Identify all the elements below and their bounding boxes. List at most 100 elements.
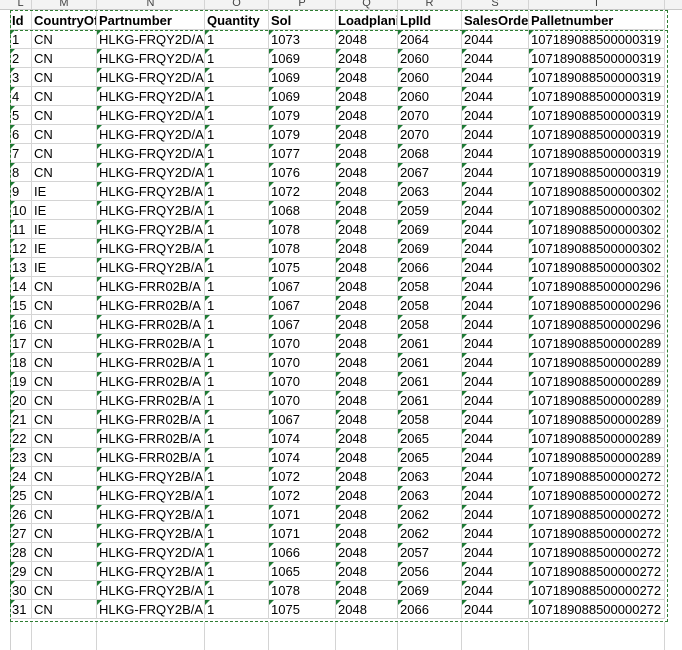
table-cell[interactable]: 107189088500000272 <box>529 543 665 562</box>
column-header-q[interactable]: Q <box>336 0 398 9</box>
table-cell[interactable]: HLKG-FRQY2D/A <box>97 87 205 106</box>
table-cell[interactable]: 2044 <box>462 334 529 353</box>
table-cell[interactable]: 4 <box>10 87 32 106</box>
table-cell[interactable]: 13 <box>10 258 32 277</box>
table-cell[interactable]: 2069 <box>398 581 462 600</box>
table-cell[interactable]: CN <box>32 391 97 410</box>
table-cell[interactable]: 2048 <box>336 581 398 600</box>
column-title[interactable]: Loadplani <box>336 11 398 30</box>
table-cell[interactable]: HLKG-FRR02B/A <box>97 296 205 315</box>
table-cell[interactable]: 2048 <box>336 220 398 239</box>
table-cell[interactable]: 1067 <box>269 315 336 334</box>
table-cell[interactable]: CN <box>32 296 97 315</box>
table-cell[interactable]: HLKG-FRQY2B/A <box>97 600 205 619</box>
table-cell[interactable]: 2044 <box>462 600 529 619</box>
table-cell[interactable]: HLKG-FRQY2D/A <box>97 106 205 125</box>
table-cell[interactable]: 107189088500000272 <box>529 486 665 505</box>
table-cell[interactable]: 107189088500000289 <box>529 391 665 410</box>
table-cell[interactable]: 2060 <box>398 49 462 68</box>
table-cell[interactable]: 1071 <box>269 505 336 524</box>
table-cell[interactable]: HLKG-FRQY2D/A <box>97 49 205 68</box>
table-cell[interactable]: HLKG-FRQY2B/A <box>97 258 205 277</box>
table-cell[interactable]: 107189088500000302 <box>529 220 665 239</box>
table-cell[interactable]: 2062 <box>398 524 462 543</box>
table-cell[interactable]: 1074 <box>269 448 336 467</box>
table-cell[interactable]: 2066 <box>398 600 462 619</box>
table-cell[interactable]: HLKG-FRQY2B/A <box>97 220 205 239</box>
table-cell[interactable]: 1 <box>205 353 269 372</box>
table-cell[interactable]: 1 <box>205 87 269 106</box>
table-cell[interactable]: 107189088500000296 <box>529 277 665 296</box>
table-cell[interactable]: CN <box>32 144 97 163</box>
table-cell[interactable]: CN <box>32 334 97 353</box>
column-header-s[interactable]: S <box>462 0 529 9</box>
table-cell[interactable]: IE <box>32 201 97 220</box>
table-cell[interactable]: 2048 <box>336 30 398 49</box>
table-cell[interactable]: 2061 <box>398 391 462 410</box>
table-cell[interactable]: 2048 <box>336 486 398 505</box>
table-cell[interactable]: 2048 <box>336 600 398 619</box>
table-cell[interactable]: 2044 <box>462 258 529 277</box>
table-cell[interactable]: CN <box>32 315 97 334</box>
table-cell[interactable]: 2044 <box>462 505 529 524</box>
table-cell[interactable]: 2058 <box>398 410 462 429</box>
table-cell[interactable]: HLKG-FRR02B/A <box>97 372 205 391</box>
table-cell[interactable]: 1067 <box>269 296 336 315</box>
table-cell[interactable]: 2048 <box>336 505 398 524</box>
table-cell[interactable]: 1 <box>205 372 269 391</box>
table-cell[interactable]: HLKG-FRR02B/A <box>97 410 205 429</box>
table-cell[interactable]: 1 <box>205 562 269 581</box>
table-cell[interactable]: 2063 <box>398 182 462 201</box>
table-cell[interactable]: 1078 <box>269 581 336 600</box>
table-cell[interactable]: 1070 <box>269 334 336 353</box>
table-cell[interactable]: 1074 <box>269 429 336 448</box>
table-cell[interactable]: 1075 <box>269 258 336 277</box>
table-cell[interactable]: 2044 <box>462 125 529 144</box>
table-cell[interactable]: 2048 <box>336 562 398 581</box>
table-cell[interactable]: 107189088500000319 <box>529 87 665 106</box>
table-cell[interactable]: 2060 <box>398 68 462 87</box>
column-title[interactable]: LpIId <box>398 11 462 30</box>
table-cell[interactable]: HLKG-FRQY2D/A <box>97 68 205 87</box>
table-cell[interactable]: CN <box>32 353 97 372</box>
table-cell[interactable]: HLKG-FRQY2B/A <box>97 505 205 524</box>
table-cell[interactable]: HLKG-FRR02B/A <box>97 448 205 467</box>
table-cell[interactable]: 7 <box>10 144 32 163</box>
table-cell[interactable]: HLKG-FRQY2B/A <box>97 524 205 543</box>
table-cell[interactable]: 2048 <box>336 315 398 334</box>
table-cell[interactable]: 2044 <box>462 68 529 87</box>
table-cell[interactable]: HLKG-FRR02B/A <box>97 353 205 372</box>
table-cell[interactable]: 2048 <box>336 49 398 68</box>
table-cell[interactable]: 22 <box>10 429 32 448</box>
table-cell[interactable]: HLKG-FRQY2D/A <box>97 125 205 144</box>
table-cell[interactable]: 12 <box>10 239 32 258</box>
table-cell[interactable]: HLKG-FRQY2B/A <box>97 182 205 201</box>
table-cell[interactable]: 1078 <box>269 239 336 258</box>
table-cell[interactable]: 107189088500000272 <box>529 562 665 581</box>
table-cell[interactable]: 2048 <box>336 258 398 277</box>
table-cell[interactable]: 1075 <box>269 600 336 619</box>
column-title[interactable]: Quantity <box>205 11 269 30</box>
table-cell[interactable]: CN <box>32 106 97 125</box>
table-cell[interactable]: 2044 <box>462 467 529 486</box>
table-cell[interactable]: 1068 <box>269 201 336 220</box>
table-cell[interactable]: 1079 <box>269 125 336 144</box>
table-cell[interactable]: HLKG-FRR02B/A <box>97 334 205 353</box>
table-cell[interactable]: HLKG-FRR02B/A <box>97 391 205 410</box>
table-cell[interactable]: 107189088500000319 <box>529 144 665 163</box>
table-cell[interactable]: 2057 <box>398 543 462 562</box>
table-cell[interactable]: CN <box>32 448 97 467</box>
table-cell[interactable]: 2044 <box>462 410 529 429</box>
table-cell[interactable]: 107189088500000302 <box>529 239 665 258</box>
table-cell[interactable]: 1 <box>205 277 269 296</box>
table-cell[interactable]: 107189088500000289 <box>529 448 665 467</box>
column-title[interactable]: Palletnumber <box>529 11 665 30</box>
table-cell[interactable]: 24 <box>10 467 32 486</box>
column-header-l[interactable]: L <box>10 0 32 9</box>
table-cell[interactable]: 2044 <box>462 49 529 68</box>
table-cell[interactable]: HLKG-FRQY2D/A <box>97 144 205 163</box>
column-header-r[interactable]: R <box>398 0 462 9</box>
table-cell[interactable]: IE <box>32 220 97 239</box>
table-cell[interactable]: 28 <box>10 543 32 562</box>
table-cell[interactable]: 8 <box>10 163 32 182</box>
